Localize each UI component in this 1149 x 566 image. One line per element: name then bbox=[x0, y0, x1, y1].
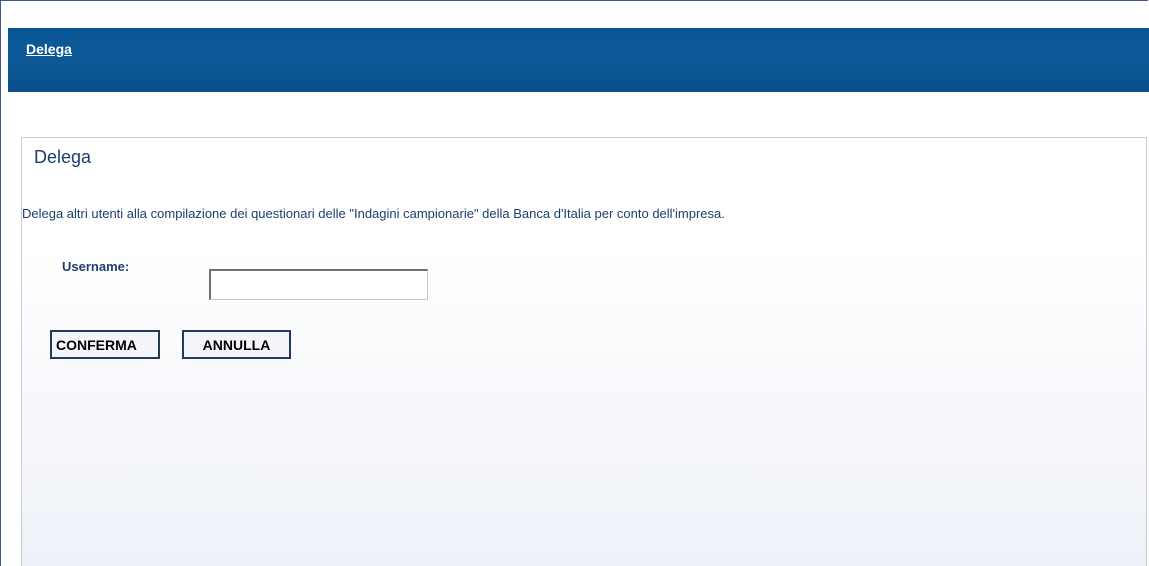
header-delega-link[interactable]: Delega bbox=[26, 41, 72, 57]
header-bar: Delega bbox=[8, 28, 1149, 92]
cancel-button[interactable]: ANNULLA bbox=[182, 330, 291, 359]
panel-title: Delega bbox=[34, 147, 92, 167]
username-input[interactable] bbox=[209, 269, 428, 300]
delega-panel: Delega Delega altri utenti alla compilaz… bbox=[21, 137, 1147, 566]
confirm-button[interactable]: CONFERMA bbox=[50, 330, 160, 359]
panel-description: Delega altri utenti alla compilazione de… bbox=[22, 206, 725, 221]
username-label: Username: bbox=[62, 259, 130, 274]
